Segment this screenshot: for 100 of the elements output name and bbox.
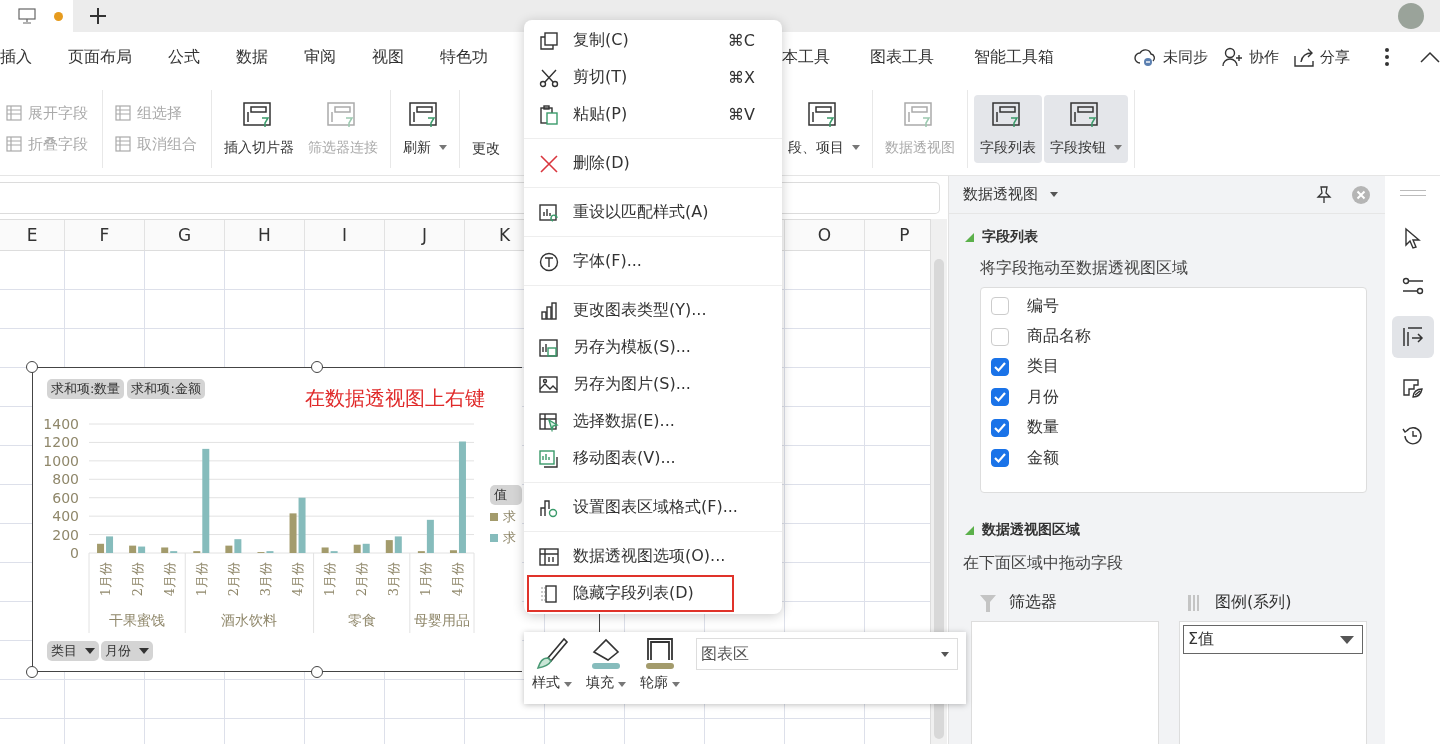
format-button[interactable]: 填充 [586, 636, 626, 692]
column-header[interactable]: O [785, 220, 865, 250]
resize-handle[interactable] [311, 361, 323, 373]
brush-icon [534, 636, 570, 670]
resize-handle[interactable] [26, 361, 38, 373]
menu-tab[interactable]: 数据 [236, 46, 268, 68]
checkbox[interactable] [991, 449, 1009, 468]
menu-item[interactable]: 隐藏字段列表(D) [527, 575, 734, 612]
menu-item[interactable]: 删除(D) [527, 145, 779, 182]
table-icon [6, 136, 22, 152]
hint-text: 在下面区域中拖动字段 [963, 553, 1124, 574]
field-name[interactable]: 商品名称 [1027, 326, 1091, 348]
collapse-icon[interactable] [1420, 51, 1440, 63]
menu-item[interactable]: 更改图表类型(Y)... [527, 292, 779, 329]
menu-tab[interactable]: 特色功 [440, 46, 488, 68]
menu-item[interactable]: 另存为图片(S)... [527, 366, 779, 403]
sync-button[interactable]: 未同步 [1134, 47, 1208, 67]
chart-title: 在数据透视图上右键 [305, 385, 485, 412]
pivot-icon[interactable] [1401, 326, 1424, 348]
menu-tab[interactable]: 视图 [372, 46, 404, 68]
column-header[interactable]: G [145, 220, 225, 250]
field-name[interactable]: 数量 [1027, 417, 1059, 439]
menu-tab[interactable]: 公式 [168, 46, 200, 68]
table-icon [115, 105, 131, 121]
more-icon[interactable] [1384, 47, 1390, 67]
axis-tick-label: 1000 [43, 452, 79, 469]
format-button[interactable]: 样式 [532, 636, 572, 692]
collaborate-button[interactable]: 协作 [1222, 47, 1279, 67]
grip-icon[interactable] [1399, 190, 1426, 196]
menu-tab[interactable]: 页面布局 [68, 46, 132, 68]
monitor-icon [18, 8, 36, 24]
ribbon-button[interactable]: 插入切片器 [218, 94, 300, 163]
axis-tick-label: 1400 [43, 416, 79, 432]
menu-item[interactable]: 剪切(T) ⌘X [527, 59, 779, 96]
menu-tab[interactable]: 图表工具 [870, 46, 934, 68]
resize-handle[interactable] [26, 666, 38, 678]
field-name[interactable]: 金额 [1027, 447, 1059, 469]
column-header[interactable]: I [305, 220, 385, 250]
new-tab-icon[interactable] [89, 7, 107, 25]
ribbon-button[interactable]: 更改 [466, 93, 506, 164]
column-header[interactable]: F [65, 220, 145, 250]
caret-icon [672, 682, 680, 687]
legend-label: 求 [503, 508, 516, 526]
history-icon[interactable] [1401, 425, 1424, 447]
menu-item[interactable]: 移动图表(V)... [527, 440, 779, 477]
panel-title[interactable]: 数据透视图 [963, 185, 1038, 204]
table-icon [115, 136, 131, 152]
ribbon-button[interactable]: 字段列表 [974, 94, 1042, 163]
caret-icon [139, 648, 149, 654]
axis-field-button[interactable]: 月份 [101, 641, 153, 661]
category-label: 2月份 [354, 562, 370, 597]
caret-icon [941, 651, 949, 657]
axis-field-button[interactable]: 类目 [47, 641, 99, 661]
value-field-button[interactable]: 求和项:数量 [47, 379, 125, 399]
field-name[interactable]: 类目 [1027, 356, 1059, 378]
axis-tick-label: 800 [52, 471, 79, 488]
funnel-icon [979, 592, 997, 613]
checkbox[interactable] [991, 327, 1009, 346]
field-dropdown[interactable]: Σ值 [1183, 625, 1363, 654]
column-header[interactable]: H [225, 220, 305, 250]
ribbon-button[interactable]: 段、项目 [782, 94, 866, 163]
field-name[interactable]: 编号 [1027, 295, 1059, 317]
field-name[interactable]: 月份 [1027, 386, 1059, 408]
menu-item[interactable]: 复制(C) ⌘C [527, 22, 779, 59]
menu-item[interactable]: 另存为模板(S)... [527, 329, 779, 366]
ribbon-button[interactable]: 字段按钮 [1044, 94, 1128, 163]
menu-tab[interactable]: 本工具 [782, 46, 830, 68]
ribbon-button[interactable]: 刷新 [397, 94, 453, 163]
section-title: 字段列表 [982, 228, 1038, 246]
pin-icon[interactable] [1315, 185, 1333, 204]
bar-chart-icon [539, 300, 559, 321]
sliders-icon[interactable] [1401, 276, 1424, 296]
menu-tab[interactable]: 审阅 [304, 46, 336, 68]
caret-icon [85, 648, 95, 654]
field-list-icon [539, 583, 559, 604]
drop-area[interactable]: Σ值 [1179, 621, 1367, 744]
category-label: 1月份 [322, 562, 338, 597]
shapes-icon[interactable] [1400, 377, 1425, 399]
sidebar-tool[interactable] [1391, 316, 1434, 358]
menu-item[interactable]: 设置图表区域格式(F)... [527, 489, 779, 526]
menu-tab[interactable]: 插入 [0, 46, 32, 68]
cursor-icon[interactable] [1402, 227, 1423, 249]
checkbox[interactable] [991, 388, 1009, 407]
value-field-button[interactable]: 求和项:金额 [127, 379, 205, 399]
caret-icon[interactable] [1050, 192, 1058, 197]
share-button[interactable]: 分享 [1293, 47, 1350, 67]
legend-field-button[interactable]: 值 [490, 485, 522, 505]
format-button[interactable]: 轮廓 [640, 636, 680, 692]
checkbox[interactable] [991, 297, 1009, 316]
column-header[interactable]: J [385, 220, 465, 250]
menu-item[interactable]: 选择数据(E)... [527, 403, 779, 440]
menu-item[interactable]: 数据透视图选项(O)... [527, 538, 779, 575]
column-header[interactable]: E [0, 220, 65, 250]
checkbox[interactable] [991, 357, 1009, 376]
font-icon [539, 251, 559, 272]
menu-item[interactable]: 粘贴(P) ⌘V [527, 96, 779, 133]
checkbox[interactable] [991, 418, 1009, 437]
menu-tab[interactable]: 智能工具箱 [974, 46, 1054, 68]
chart-element-select[interactable]: 图表区 [696, 638, 958, 670]
pivot-chart[interactable]: 求和项:数量 求和项:金额 在数据透视图上右键 0 200 400 600 800 1000 1200 1400 1月份 2月份 4月份 1月份 2月份 3月份 4月份 1月份 2月份 3月份 1月份 4月份 干果蜜饯 酒水饮料 零食 母婴用品 值 求 求 类目 月份 [32, 367, 522, 672]
